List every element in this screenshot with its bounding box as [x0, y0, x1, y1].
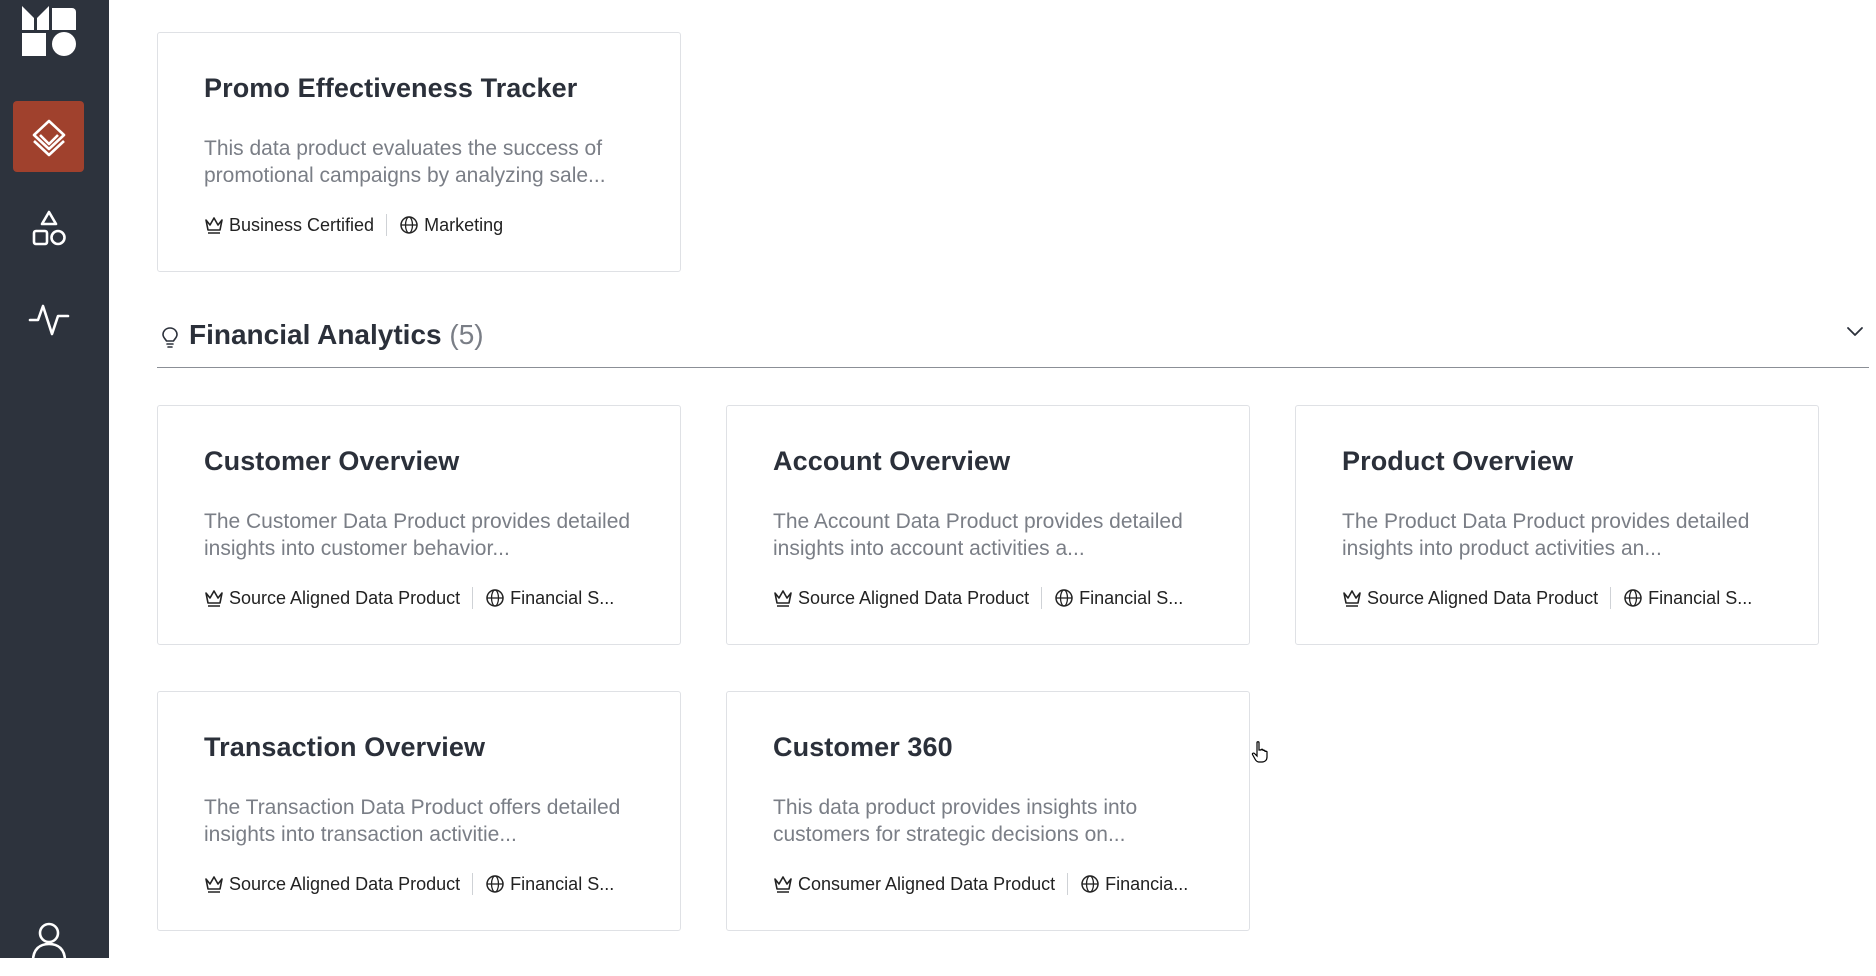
card-tags: Source Aligned Data Product Financial S.…: [204, 873, 614, 895]
card-tags: Source Aligned Data Product Financial S.…: [773, 587, 1183, 609]
app-logo[interactable]: [22, 6, 76, 56]
tag-divider: [1067, 873, 1069, 895]
card-description: The Transaction Data Product offers deta…: [204, 796, 621, 846]
nav-shapes[interactable]: [13, 193, 84, 264]
data-product-card[interactable]: Transaction Overview The Transaction Dat…: [157, 691, 681, 931]
type-tag: Source Aligned Data Product: [1342, 588, 1598, 609]
nav-user[interactable]: [13, 905, 84, 976]
domain-tag: Financia...: [1080, 874, 1188, 895]
domain-tag: Financial S...: [1054, 588, 1183, 609]
shapes-icon: [32, 210, 66, 245]
domain-tag: Financial S...: [1623, 588, 1752, 609]
tag-divider: [386, 214, 388, 236]
data-product-card[interactable]: Promo Effectiveness Tracker This data pr…: [157, 32, 681, 272]
section-title: Financial Analytics (5): [189, 319, 484, 350]
data-product-card[interactable]: Customer 360 This data product provides …: [726, 691, 1250, 931]
type-tag: Source Aligned Data Product: [204, 588, 460, 609]
globe-icon: [1624, 589, 1642, 607]
card-title: Customer Overview: [204, 446, 460, 476]
data-product-card[interactable]: Product Overview The Product Data Produc…: [1295, 405, 1819, 645]
card-title: Transaction Overview: [204, 732, 486, 762]
type-tag: Business Certified: [204, 215, 374, 236]
globe-icon: [400, 216, 418, 234]
type-tag: Source Aligned Data Product: [204, 874, 460, 895]
nav-data-products[interactable]: [13, 101, 84, 172]
crown-icon: [205, 217, 223, 234]
globe-icon: [1055, 589, 1073, 607]
lightbulb-icon: [162, 327, 178, 348]
card-tags: Business Certified Marketing: [204, 214, 503, 236]
data-products-icon: [32, 119, 65, 156]
card-title: Customer 360: [773, 732, 953, 762]
type-tag: Source Aligned Data Product: [773, 588, 1029, 609]
crown-icon: [205, 590, 223, 607]
sidebar: [0, 0, 109, 961]
card-title: Product Overview: [1342, 446, 1574, 476]
nav-activity[interactable]: [13, 283, 84, 354]
card-title: Account Overview: [773, 446, 1011, 476]
section-count: (5): [449, 319, 484, 350]
card-title: Promo Effectiveness Tracker: [204, 73, 578, 103]
tag-divider: [472, 873, 474, 895]
card-description: The Account Data Product provides detail…: [773, 510, 1183, 560]
domain-tag: Marketing: [399, 215, 503, 236]
section-header-financial-analytics[interactable]: Financial Analytics (5): [157, 310, 1869, 368]
crown-icon: [1343, 590, 1361, 607]
domain-tag: Financial S...: [485, 874, 614, 895]
type-tag: Consumer Aligned Data Product: [773, 874, 1055, 895]
card-tags: Source Aligned Data Product Financial S.…: [1342, 587, 1752, 609]
crown-icon: [774, 876, 792, 893]
chevron-down-icon[interactable]: [1845, 324, 1865, 338]
globe-icon: [486, 589, 504, 607]
card-tags: Source Aligned Data Product Financial S.…: [204, 587, 614, 609]
data-product-card[interactable]: Account Overview The Account Data Produc…: [726, 405, 1250, 645]
activity-icon: [28, 304, 69, 335]
card-description: This data product evaluates the success …: [204, 137, 606, 187]
globe-icon: [486, 875, 504, 893]
mouse-cursor-icon: [1251, 741, 1268, 763]
crown-icon: [205, 876, 223, 893]
data-product-card[interactable]: Customer Overview The Customer Data Prod…: [157, 405, 681, 645]
globe-icon: [1081, 875, 1099, 893]
card-description: The Product Data Product provides detail…: [1342, 510, 1750, 560]
tag-divider: [1041, 587, 1043, 609]
tag-divider: [472, 587, 474, 609]
crown-icon: [774, 590, 792, 607]
card-description: The Customer Data Product provides detai…: [204, 510, 631, 560]
card-tags: Consumer Aligned Data Product Financia..…: [773, 873, 1188, 895]
main-content: Promo Effectiveness Tracker This data pr…: [109, 0, 1876, 958]
user-icon: [31, 922, 66, 961]
tag-divider: [1610, 587, 1612, 609]
domain-tag: Financial S...: [485, 588, 614, 609]
card-description: This data product provides insights into…: [773, 796, 1138, 846]
